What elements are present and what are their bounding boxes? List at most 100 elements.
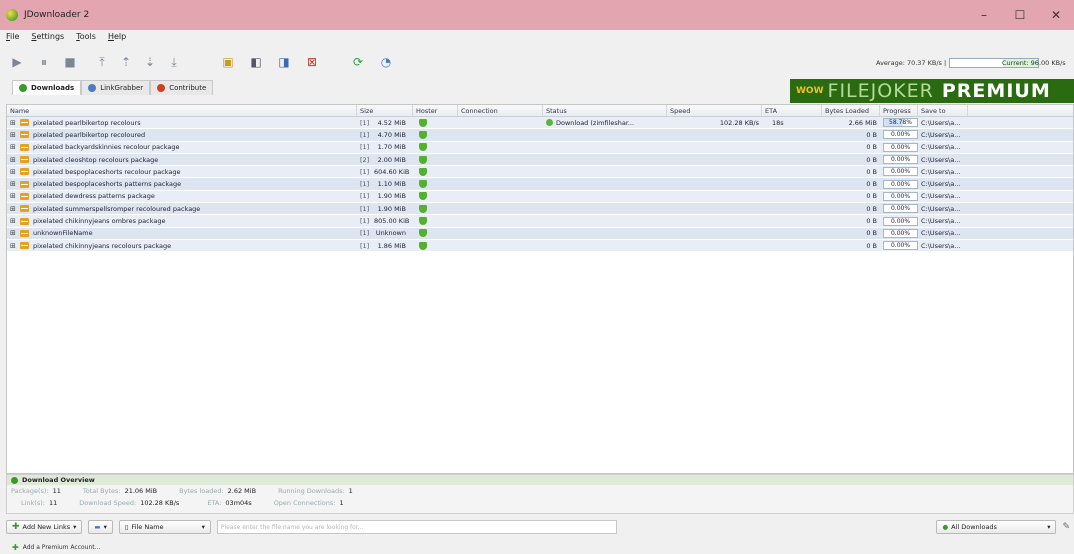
minimize-button[interactable]: – (966, 0, 1002, 30)
move-bottom-icon[interactable]: ⤓ (166, 53, 182, 71)
table-row[interactable]: ⊞ pixelated chikinnyjeans recolours packa… (7, 239, 1073, 253)
search-field-select[interactable]: ▯ File Name ▾ (118, 520, 211, 534)
chevron-down-icon: ▾ (201, 523, 205, 531)
expand-icon[interactable]: ⊞ (10, 217, 18, 225)
table-row[interactable]: ⊞ pixelated bespoplaceshorts patterns pac… (7, 178, 1073, 191)
table-row[interactable]: ⊞ unknownFileName [1] Unknown 0 B 0.00% C:\Use… (7, 227, 1073, 240)
table-row[interactable]: ⊞ pixelated summerspellsromper recoloured… (7, 203, 1073, 216)
premium-toggle-icon[interactable]: ◨ (274, 53, 294, 71)
pause-icon[interactable]: ⏸ (34, 53, 54, 71)
search-input[interactable]: Please enter the file name you are looki… (216, 520, 617, 534)
move-top-icon[interactable]: ⤒ (94, 53, 110, 71)
package-icon (20, 131, 29, 139)
table-row[interactable]: ⊞ pixelated dewdress patterns package [1] 1… (7, 190, 1073, 204)
filejoker-banner[interactable]: WOW FILEJOKER PREMIUM (790, 79, 1074, 103)
table-row[interactable]: ⊞ pixelated cleoshtop recolours package [2… (7, 153, 1073, 167)
cell-size: [1] 4.52 MiB (360, 118, 406, 127)
cell-status (543, 154, 667, 165)
table-row[interactable]: ⊞ pixelated backyardskinnies recolour pac… (7, 141, 1073, 154)
add-premium-account-link[interactable]: Add a Premium Account... (23, 544, 101, 551)
silent-mode-icon[interactable]: ⊠ (302, 53, 322, 71)
cell-eta (762, 240, 822, 251)
expand-icon[interactable]: ⊞ (10, 229, 18, 237)
menu-tools[interactable]: Tools (76, 32, 96, 46)
expand-icon[interactable]: ⊞ (10, 180, 18, 188)
col-speed[interactable]: Speed (667, 105, 762, 116)
expand-icon[interactable]: ⊞ (10, 168, 18, 176)
cell-status (543, 191, 667, 202)
table-row[interactable]: ⊞ pixelated bespoplaceshorts recolour pac… (7, 166, 1073, 179)
move-down-icon[interactable]: ⇣ (142, 53, 158, 71)
hoster-icon (419, 143, 427, 152)
table-row[interactable]: ⊞ pixelated pearlbikertop recoloured [1] 4.… (7, 129, 1073, 142)
package-icon (20, 180, 29, 188)
cell-speed (667, 178, 762, 189)
add-new-links-button[interactable]: ✚ Add New Links ▾ (6, 520, 83, 534)
clipboard-icon[interactable]: ▣ (218, 53, 238, 71)
col-size[interactable]: Size (357, 105, 413, 116)
cell-status (543, 203, 667, 214)
table-row[interactable]: ⊞ pixelated pearlbikertop recolours [1] 4.5… (7, 117, 1073, 130)
col-bytes-loaded[interactable]: Bytes Loaded (822, 105, 880, 116)
progress-bar: 0.00% (883, 228, 918, 238)
plus-icon: ✚ (12, 522, 20, 532)
table-row[interactable]: ⊞ pixelated chikinnyjeans ombres package [… (7, 215, 1073, 228)
tab-downloads[interactable]: Downloads (12, 80, 82, 95)
settings-wrench-icon[interactable]: ✎ (1062, 522, 1070, 532)
menu-file[interactable]: File (6, 32, 19, 46)
package-icon (20, 156, 29, 164)
col-status[interactable]: Status (543, 105, 667, 116)
progress-bar: 0.00% (883, 204, 918, 214)
col-save-to[interactable]: Save to (918, 105, 968, 116)
col-name[interactable]: Name (7, 105, 357, 116)
cell-hoster (413, 166, 458, 177)
menu-settings[interactable]: Settings (31, 32, 64, 46)
cell-eta (762, 166, 822, 177)
expand-icon[interactable]: ⊞ (10, 143, 18, 151)
expand-icon[interactable]: ⊞ (10, 131, 18, 139)
menu-help[interactable]: Help (108, 32, 126, 46)
cell-name: ⊞ pixelated pearlbikertop recolours (10, 118, 141, 127)
col-hoster[interactable]: Hoster (413, 105, 458, 116)
reconnect-icon[interactable]: ◧ (246, 53, 266, 71)
view-filter-select[interactable]: ● All Downloads ▾ (936, 520, 1057, 534)
cell-connection (458, 178, 543, 189)
col-progress[interactable]: Progress (880, 105, 918, 116)
stop-icon[interactable]: ■ (62, 53, 78, 71)
overview-header: Download Overview (7, 475, 1073, 485)
update-icon[interactable]: ⟳ (348, 53, 368, 71)
expand-icon[interactable]: ⊞ (10, 192, 18, 200)
expand-icon[interactable]: ⊞ (10, 205, 18, 213)
shutdown-icon[interactable]: ◔ (376, 53, 396, 71)
window-controls: – ☐ ✕ (966, 0, 1074, 30)
table-header: Name Size Hoster Connection Status Speed… (7, 105, 1073, 117)
col-connection[interactable]: Connection (458, 105, 543, 116)
move-up-icon[interactable]: ⇡ (118, 53, 134, 71)
expand-icon[interactable]: ⊞ (10, 156, 18, 164)
cell-bytes-loaded: 0 B (866, 155, 877, 164)
expand-icon[interactable]: ⊞ (10, 242, 18, 250)
cell-connection (458, 117, 543, 128)
cell-save-to: C:\Users\a... (921, 229, 961, 238)
cell-bytes-loaded: 0 B (866, 167, 877, 176)
cell-bytes-loaded: 0 B (866, 192, 877, 201)
close-button[interactable]: ✕ (1038, 0, 1074, 30)
col-eta[interactable]: ETA (762, 105, 822, 116)
cell-hoster (413, 178, 458, 189)
cell-hoster (413, 191, 458, 202)
tab-contribute[interactable]: Contribute (150, 80, 214, 95)
plus-icon: ✚ (12, 542, 19, 552)
clear-menu-button[interactable]: ▬ ▾ (88, 520, 113, 534)
tab-linkgrabber[interactable]: LinkGrabber (81, 80, 151, 95)
expand-icon[interactable]: ⊞ (10, 119, 18, 127)
status-bar: ✚ Add a Premium Account... (0, 540, 1074, 554)
menu-bar: File Settings Tools Help (6, 32, 126, 46)
cell-status (543, 166, 667, 177)
overview-row-1: Package(s): 11 Total Bytes: 21.06 MiB Byte… (11, 487, 353, 495)
cell-bytes-loaded: 0 B (866, 204, 877, 213)
play-icon[interactable]: ▶ (10, 53, 24, 71)
cell-eta (762, 191, 822, 202)
cell-size: [1] 1.90 MiB (360, 192, 406, 201)
maximize-button[interactable]: ☐ (1002, 0, 1038, 30)
progress-bar: 0.00% (883, 142, 918, 152)
